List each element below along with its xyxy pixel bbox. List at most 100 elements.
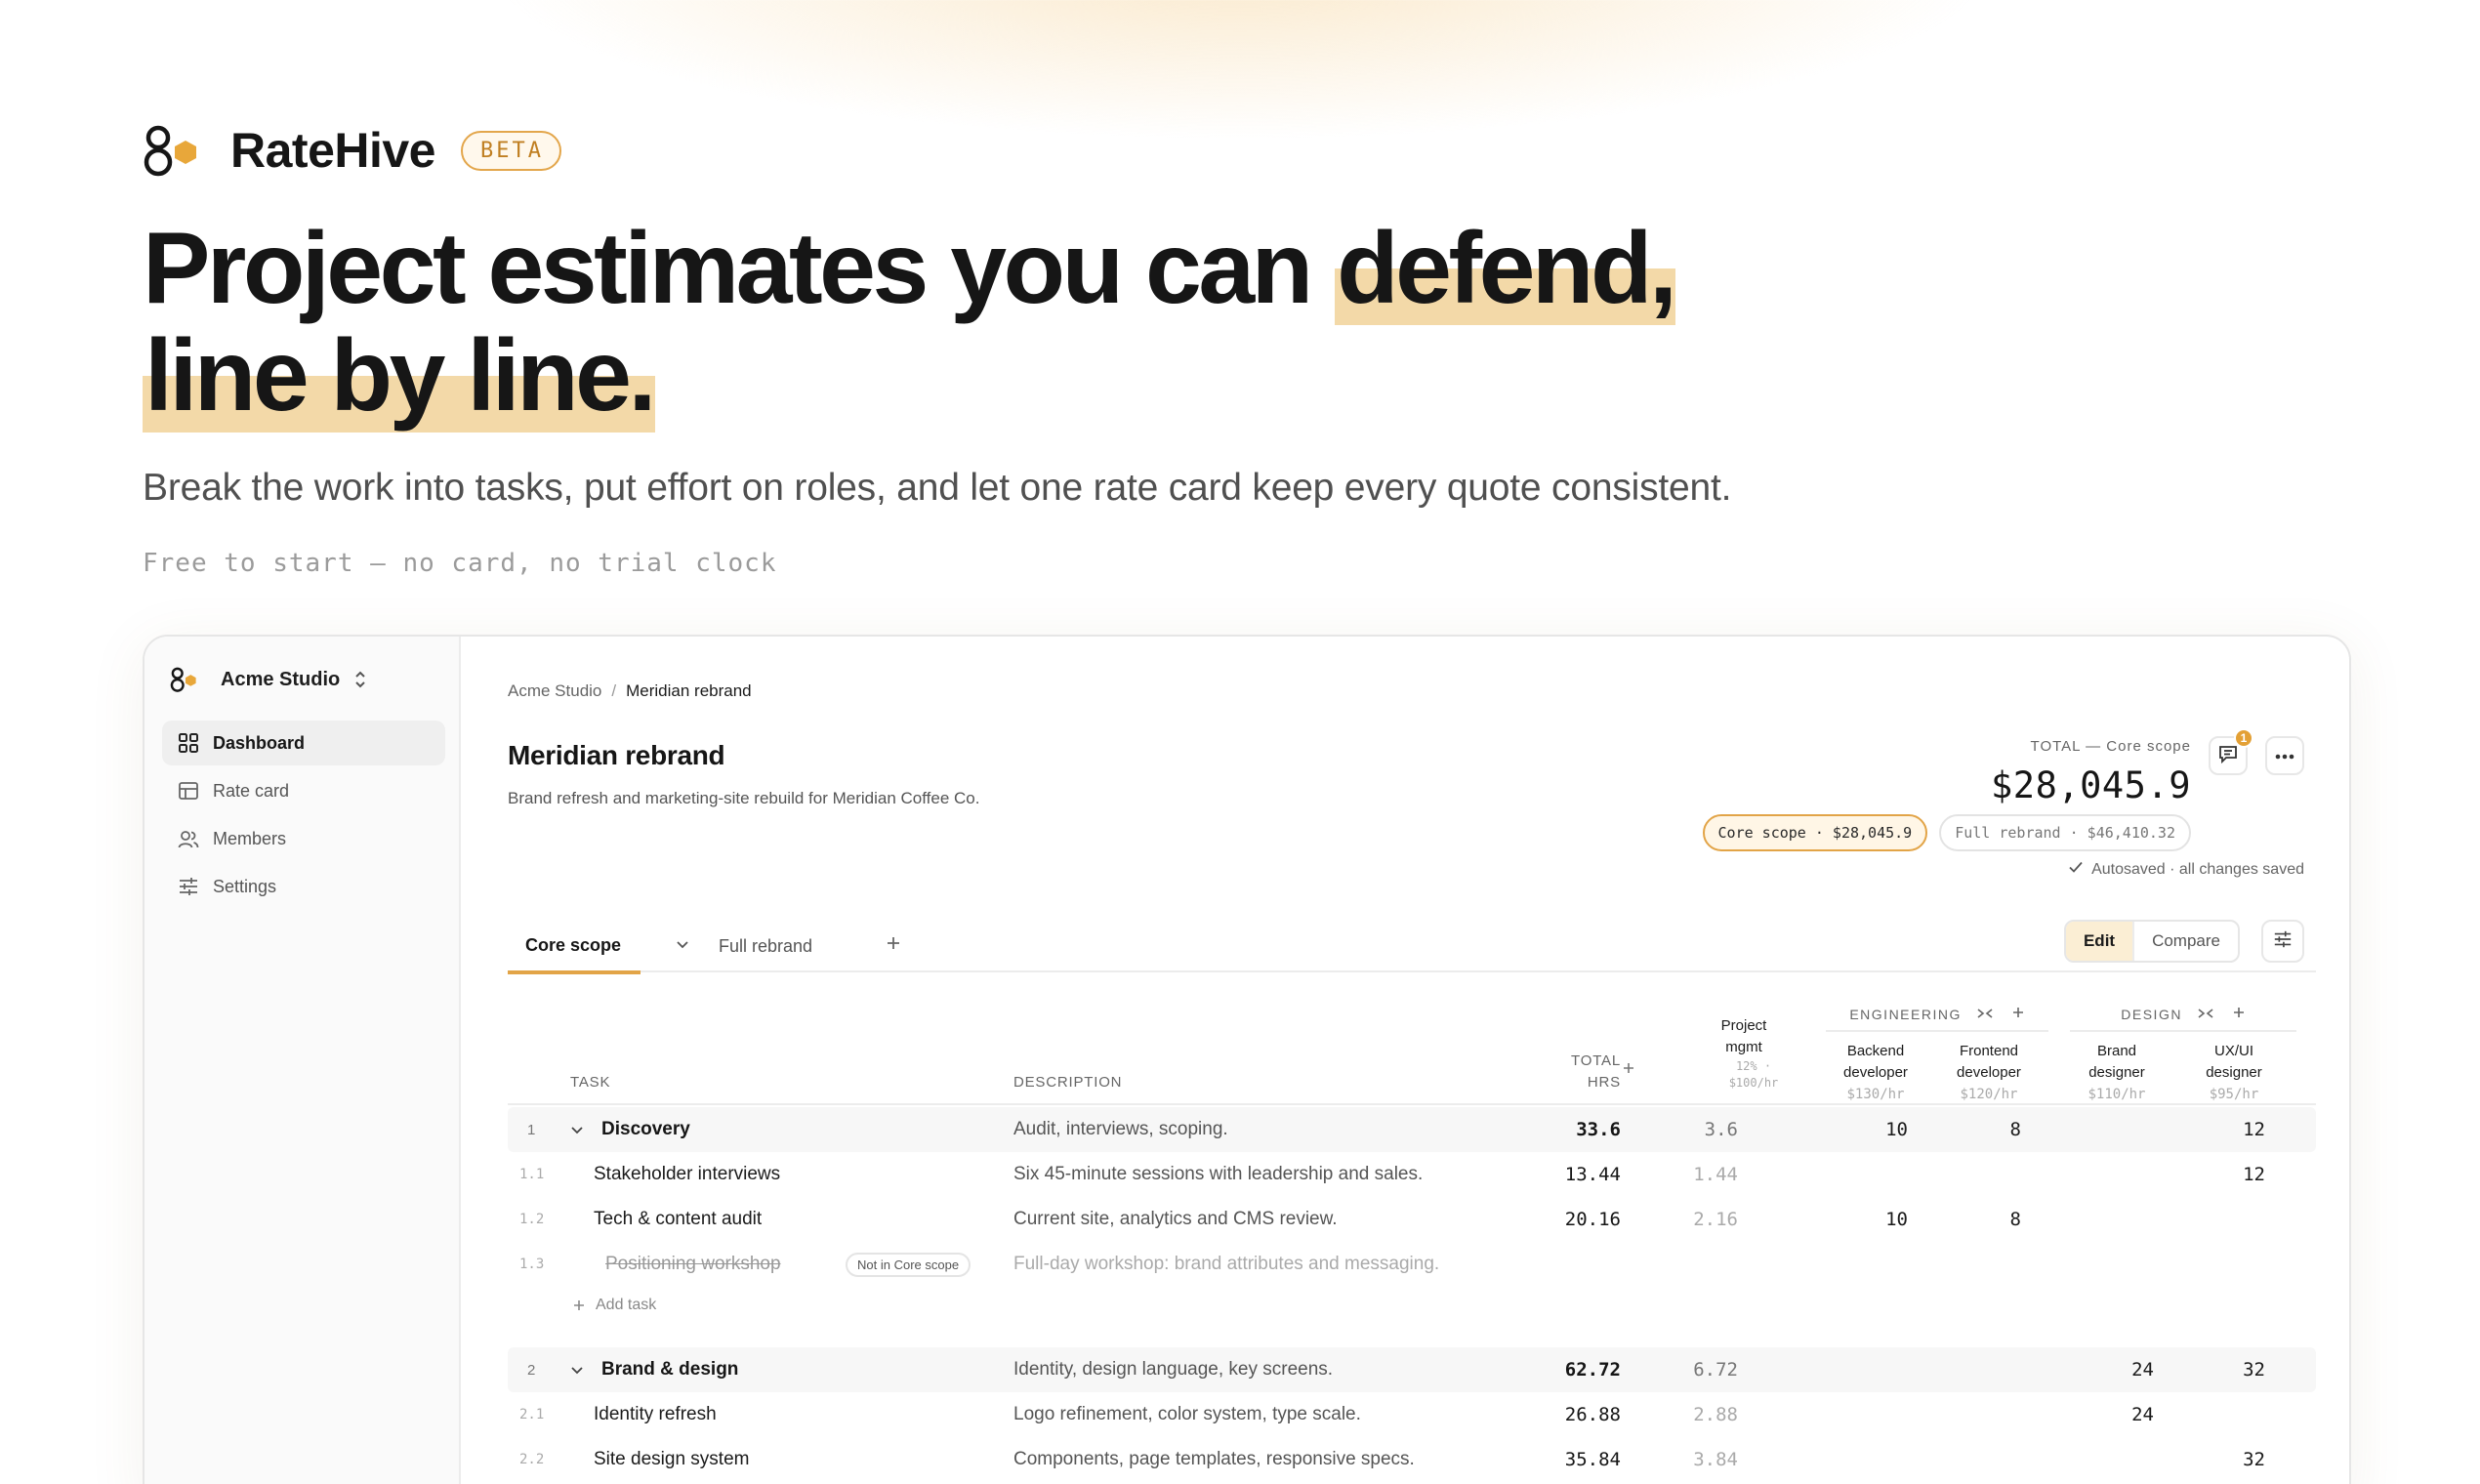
col-header-brand-designer: Brand designer $110/hr [2068,1041,2166,1105]
scenario-tabs: Core scope Full rebrand [508,920,2316,974]
not-in-scope-badge[interactable]: Not in Core scope [846,1252,971,1277]
brand-hours[interactable] [2068,1197,2154,1242]
ux-hours[interactable]: 12 [2179,1152,2265,1197]
brand-hours[interactable] [2068,1152,2154,1197]
task-description[interactable]: Identity, design language, key screens. [1013,1347,1333,1392]
backend-hours[interactable]: 10 [1822,1107,1908,1152]
row-number: 2.1 [519,1407,545,1422]
sidebar-item-members[interactable]: Members [162,816,445,861]
scenario-chip-core-scope[interactable]: Core scope · $28,045.9 [1702,814,1928,851]
breadcrumb-parent[interactable]: Acme Studio [508,681,601,700]
task-description[interactable]: Audit, interviews, scoping. [1013,1107,1228,1152]
sidebar-item-label: Rate card [213,780,290,801]
comments-button[interactable]: 1 [2209,728,2253,775]
add-role-icon[interactable] [2232,1007,2246,1022]
collapse-icon[interactable] [1976,1007,1999,1022]
task-name[interactable]: Stakeholder interviews [594,1152,780,1197]
chevron-down-icon[interactable] [570,1347,584,1392]
table-row-group-discovery[interactable]: 1 Discovery Audit, interviews, scoping. … [508,1107,2316,1152]
table-row-group-brand-design[interactable]: 2 Brand & design Identity, design langua… [508,1347,2316,1392]
ratehive-logo-icon [143,123,203,178]
frontend-hours[interactable] [1935,1437,2021,1482]
more-options-button[interactable] [2265,736,2304,775]
table-row[interactable]: 1.2 Tech & content audit Current site, a… [508,1197,2316,1242]
add-tab-icon[interactable] [885,931,902,959]
column-settings-button[interactable] [2261,920,2304,963]
add-column-icon[interactable] [1621,1060,1636,1081]
chevron-down-icon[interactable] [676,937,689,954]
add-task-button[interactable]: Add task [572,1287,656,1324]
grid-icon [178,732,199,754]
task-description[interactable]: Logo refinement, color system, type scal… [1013,1392,1361,1437]
brand-hours[interactable] [2068,1107,2154,1152]
group-label-engineering: ENGINEERING [1849,1007,1962,1022]
task-name[interactable]: Discovery [601,1107,690,1152]
frontend-hours[interactable] [1935,1347,2021,1392]
hero-headline: Project estimates you can defend, line by… [143,212,1900,433]
ux-hours[interactable]: 32 [2179,1437,2265,1482]
col-header-pm-rate: 12% · $100/hr [1728,1059,1779,1090]
task-description[interactable]: Components, page templates, responsive s… [1013,1437,1415,1482]
backend-hours[interactable] [1822,1392,1908,1437]
task-name[interactable]: Site design system [594,1437,749,1482]
col-header-backend-line2: developer [1843,1064,1908,1081]
col-header-task: TASK [570,1074,611,1091]
add-task-row[interactable]: Add task [508,1287,2316,1324]
add-role-icon[interactable] [2011,1007,2025,1022]
tab-core-scope[interactable]: Core scope [508,920,641,974]
ux-hours[interactable] [2179,1392,2265,1437]
frontend-hours[interactable] [1935,1392,2021,1437]
total-hours: 13.44 [1564,1164,1621,1185]
backend-hours[interactable] [1822,1347,1908,1392]
backend-hours[interactable]: 10 [1822,1197,1908,1242]
headline-highlight-defend: defend, [1335,212,1677,325]
task-description[interactable]: Full-day workshop: brand attributes and … [1013,1242,1439,1287]
task-name[interactable]: Brand & design [601,1347,738,1392]
brand-name: RateHive [230,123,436,178]
frontend-hours[interactable]: 8 [1935,1107,2021,1152]
col-header-total-line2: HRS [1587,1074,1621,1091]
backend-hours[interactable] [1822,1437,1908,1482]
ux-hours[interactable]: 12 [2179,1107,2265,1152]
backend-hours[interactable] [1822,1152,1908,1197]
table-row-excluded[interactable]: 1.3 Positioning workshop Not in Core sco… [508,1242,2316,1287]
sidebar-item-settings[interactable]: Settings [162,864,445,909]
table-row[interactable]: 2.1 Identity refresh Logo refinement, co… [508,1392,2316,1437]
col-header-ux-line1: UX/UI [2213,1043,2253,1059]
task-description[interactable]: Current site, analytics and CMS review. [1013,1197,1338,1242]
task-name[interactable]: Positioning workshop [605,1242,781,1287]
ux-hours[interactable] [2179,1197,2265,1242]
total-hours: 20.16 [1564,1209,1621,1230]
scenario-chip-full-rebrand[interactable]: Full rebrand · $46,410.32 [1939,814,2191,851]
beta-badge: BETA [461,130,561,171]
edit-toggle[interactable]: Edit [2065,922,2135,961]
collapse-icon[interactable] [2197,1007,2219,1022]
col-header-backend-line1: Backend [1846,1043,1905,1059]
tab-full-rebrand[interactable]: Full rebrand [719,920,812,972]
task-description[interactable]: Six 45-minute sessions with leadership a… [1013,1152,1423,1197]
sidebar-item-rate-card[interactable]: Rate card [162,768,445,813]
frontend-hours[interactable]: 8 [1935,1197,2021,1242]
sidebar-item-label: Members [213,828,287,848]
free-start-note: Free to start — no card, no trial clock [143,549,777,578]
chevron-down-icon[interactable] [570,1107,584,1152]
col-header-frontend-line1: Frontend [1959,1043,2019,1059]
ux-hours[interactable]: 32 [2179,1347,2265,1392]
workspace-switcher[interactable]: Acme Studio [170,660,367,699]
brand-hours[interactable]: 24 [2068,1347,2154,1392]
task-name[interactable]: Tech & content audit [594,1197,762,1242]
row-number: 1.2 [519,1212,545,1227]
col-header-description: DESCRIPTION [1013,1074,1123,1091]
col-header-pm-line2: mgmt [1725,1039,1762,1055]
brand-hours[interactable] [2068,1437,2154,1482]
task-name[interactable]: Identity refresh [594,1392,717,1437]
compare-toggle[interactable]: Compare [2134,922,2238,961]
row-number: 2.2 [519,1452,545,1467]
frontend-hours[interactable] [1935,1152,2021,1197]
row-number: 1.1 [519,1167,545,1182]
sidebar-item-dashboard[interactable]: Dashboard [162,721,445,765]
sidebar-item-label: Settings [213,876,277,896]
brand-hours[interactable]: 24 [2068,1392,2154,1437]
table-row[interactable]: 2.2 Site design system Components, page … [508,1437,2316,1482]
table-row[interactable]: 1.1 Stakeholder interviews Six 45-minute… [508,1152,2316,1197]
